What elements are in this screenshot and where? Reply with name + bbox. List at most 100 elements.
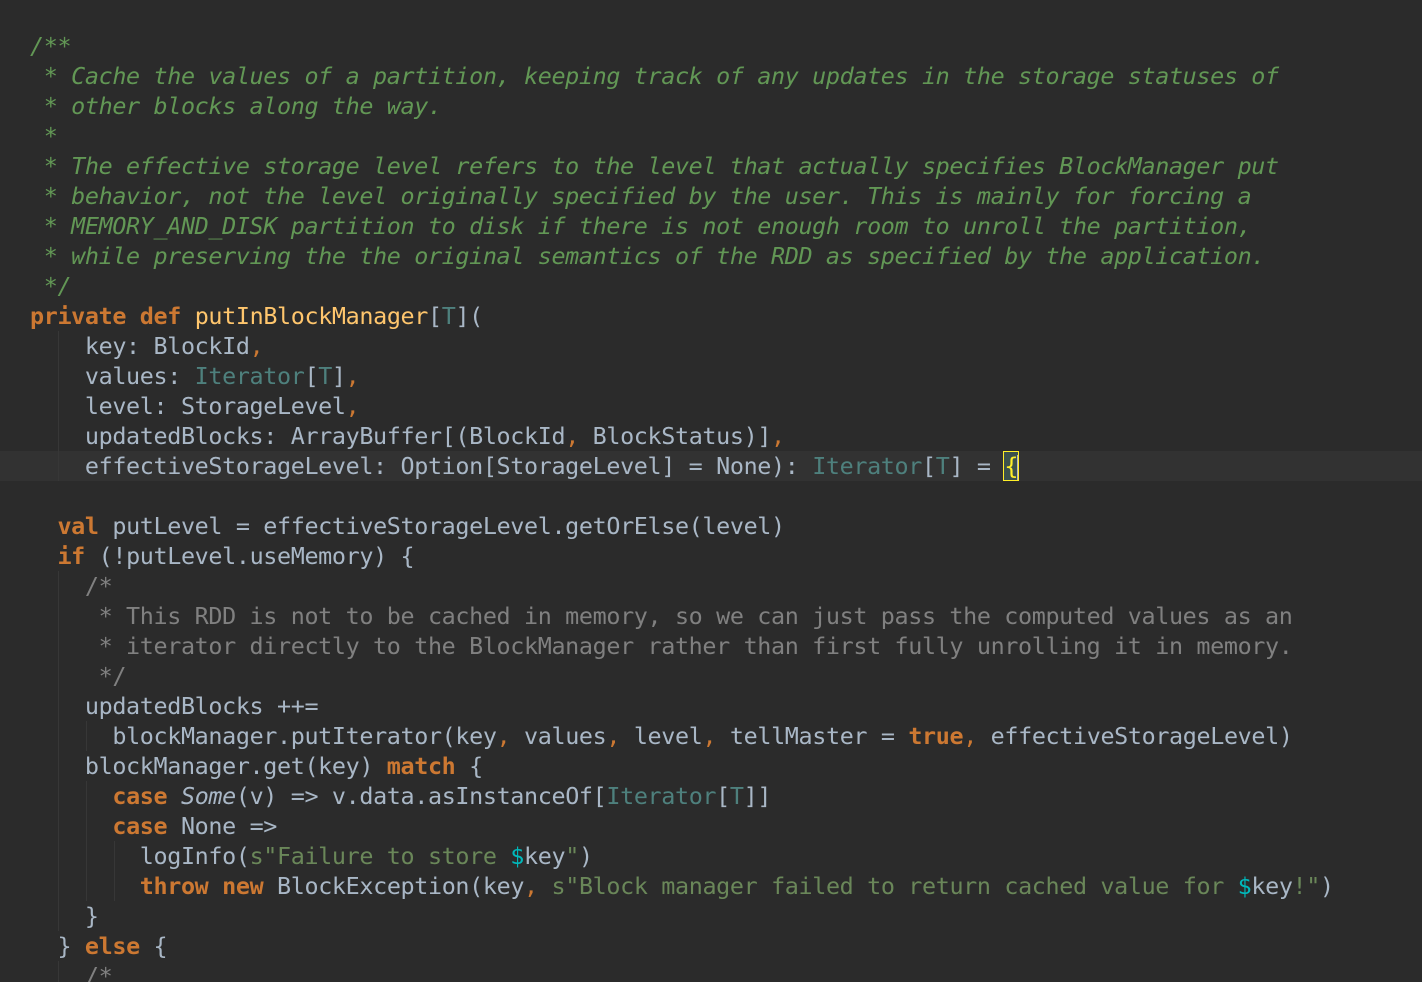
- code-line[interactable]: level: StorageLevel,: [30, 391, 1422, 421]
- code-token-kw: val: [57, 512, 99, 540]
- code-line[interactable]: case None =>: [30, 811, 1422, 841]
- indent-guide: [58, 661, 60, 691]
- code-token-doc: * Cache the values of a partition, keepi…: [30, 62, 1279, 90]
- code-line[interactable]: * behavior, not the level originally spe…: [30, 181, 1422, 211]
- code-line[interactable]: throw new BlockException(key, s"Block ma…: [30, 871, 1422, 901]
- code-token-id: [181, 302, 195, 330]
- code-token-id: BlockStatus)]: [578, 422, 772, 450]
- code-token-kw: throw: [139, 872, 209, 900]
- indent-guide: [58, 631, 60, 661]
- code-line[interactable]: * while preserving the the original sema…: [30, 241, 1422, 271]
- code-token-str: s"Failure to store: [249, 842, 511, 870]
- code-line[interactable]: /*: [30, 961, 1422, 982]
- code-line-current[interactable]: effectiveStorageLevel: Option[StorageLev…: [0, 451, 1422, 481]
- code-line[interactable]: updatedBlocks: ArrayBuffer[(BlockId, Blo…: [30, 421, 1422, 451]
- code-token-id: [538, 872, 552, 900]
- code-token-doc: * MEMORY_AND_DISK partition to disk if t…: [30, 212, 1252, 240]
- code-line[interactable]: /**: [30, 31, 1422, 61]
- code-line[interactable]: updatedBlocks ++=: [30, 691, 1422, 721]
- code-token-str: ": [565, 842, 579, 870]
- code-token-id: level: StorageLevel: [84, 392, 346, 420]
- code-token-id: values: [510, 722, 607, 750]
- code-line[interactable]: private def putInBlockManager[T](: [30, 301, 1422, 331]
- code-token-id: key: [1251, 872, 1293, 900]
- code-line[interactable]: } else {: [30, 931, 1422, 961]
- indent-guide: [86, 871, 88, 901]
- code-line[interactable]: * The effective storage level refers to …: [30, 151, 1422, 181]
- code-line[interactable]: key: BlockId,: [30, 331, 1422, 361]
- code-token-comment: /*: [84, 572, 113, 600]
- code-token-id: key: [524, 842, 566, 870]
- code-token-punct: ]: [331, 362, 346, 390]
- code-token-id: tellMaster =: [716, 722, 909, 750]
- code-token-doc: * other blocks along the way.: [30, 92, 442, 120]
- code-line[interactable]: }: [30, 901, 1422, 931]
- code-token-tparam: Iterator: [606, 782, 717, 810]
- code-token-doc: */: [30, 272, 72, 300]
- code-line[interactable]: blockManager.get(key) match {: [30, 751, 1422, 781]
- indent-guide: [58, 961, 60, 982]
- indent-guide: [58, 331, 60, 361]
- code-token-comment: * This RDD is not to be cached in memory…: [84, 602, 1293, 630]
- indent-guide: [58, 751, 60, 781]
- code-token-id: key: BlockId: [84, 332, 250, 360]
- code-token-doc: * behavior, not the level originally spe…: [30, 182, 1252, 210]
- indent-guide: [86, 721, 88, 751]
- code-token-comma: ,: [963, 722, 977, 750]
- code-line[interactable]: * MEMORY_AND_DISK partition to disk if t…: [30, 211, 1422, 241]
- code-token-id: blockManager.get(key): [84, 752, 387, 780]
- code-token-id: effectiveStorageLevel): [976, 722, 1293, 750]
- code-token-comment: */: [84, 662, 127, 690]
- code-area[interactable]: /** * Cache the values of a partition, k…: [0, 31, 1422, 982]
- code-line[interactable]: * other blocks along the way.: [30, 91, 1422, 121]
- indent-guide: [58, 781, 60, 811]
- code-token-id: {: [455, 752, 483, 780]
- indent-guide: [86, 811, 88, 841]
- code-token-id: None =>: [167, 812, 278, 840]
- code-token-tparam: Iterator: [812, 452, 922, 480]
- indent-guide: [86, 781, 88, 811]
- code-line[interactable]: * Cache the values of a partition, keepi…: [30, 61, 1422, 91]
- code-token-kw: match: [386, 752, 456, 780]
- indent-guide: [114, 871, 116, 901]
- indent-guide: [58, 451, 60, 481]
- code-line[interactable]: [30, 481, 1422, 511]
- code-token-punct: [: [921, 452, 936, 480]
- code-line[interactable]: values: Iterator[T],: [30, 361, 1422, 391]
- code-token-kw: true: [908, 722, 964, 750]
- code-line[interactable]: */: [30, 271, 1422, 301]
- code-token-id: }: [84, 902, 99, 930]
- indent-guide: [58, 601, 60, 631]
- code-token-punct: [: [716, 782, 730, 810]
- code-line[interactable]: *: [30, 121, 1422, 151]
- code-token-id: [167, 782, 181, 810]
- code-line[interactable]: */: [30, 661, 1422, 691]
- code-token-tparam: T: [318, 362, 332, 390]
- code-token-comment: /*: [84, 962, 113, 982]
- code-line[interactable]: val putLevel = effectiveStorageLevel.get…: [30, 511, 1422, 541]
- code-editor[interactable]: /** * Cache the values of a partition, k…: [0, 0, 1422, 982]
- indent-guide: [58, 841, 60, 871]
- code-token-id: level: [620, 722, 703, 750]
- code-line[interactable]: /*: [30, 571, 1422, 601]
- code-token-id: (v) => v.data.asInstanceOf[: [235, 782, 607, 810]
- code-line[interactable]: * iterator directly to the BlockManager …: [30, 631, 1422, 661]
- code-token-kw: case: [112, 812, 168, 840]
- code-token-id: BlockException(key: [263, 872, 525, 900]
- indent-guide: [58, 361, 60, 391]
- code-token-kw: new: [222, 872, 264, 900]
- code-line[interactable]: * This RDD is not to be cached in memory…: [30, 601, 1422, 631]
- code-line[interactable]: case Some(v) => v.data.asInstanceOf[Iter…: [30, 781, 1422, 811]
- code-line[interactable]: blockManager.putIterator(key, values, le…: [30, 721, 1422, 751]
- code-token-punct: ]]: [743, 782, 772, 810]
- indent-guide: [58, 871, 60, 901]
- code-line[interactable]: logInfo(s"Failure to store $key"): [30, 841, 1422, 871]
- text-caret: [1017, 454, 1020, 481]
- code-line[interactable]: if (!putLevel.useMemory) {: [30, 541, 1422, 571]
- code-token-tparam: T: [935, 452, 950, 480]
